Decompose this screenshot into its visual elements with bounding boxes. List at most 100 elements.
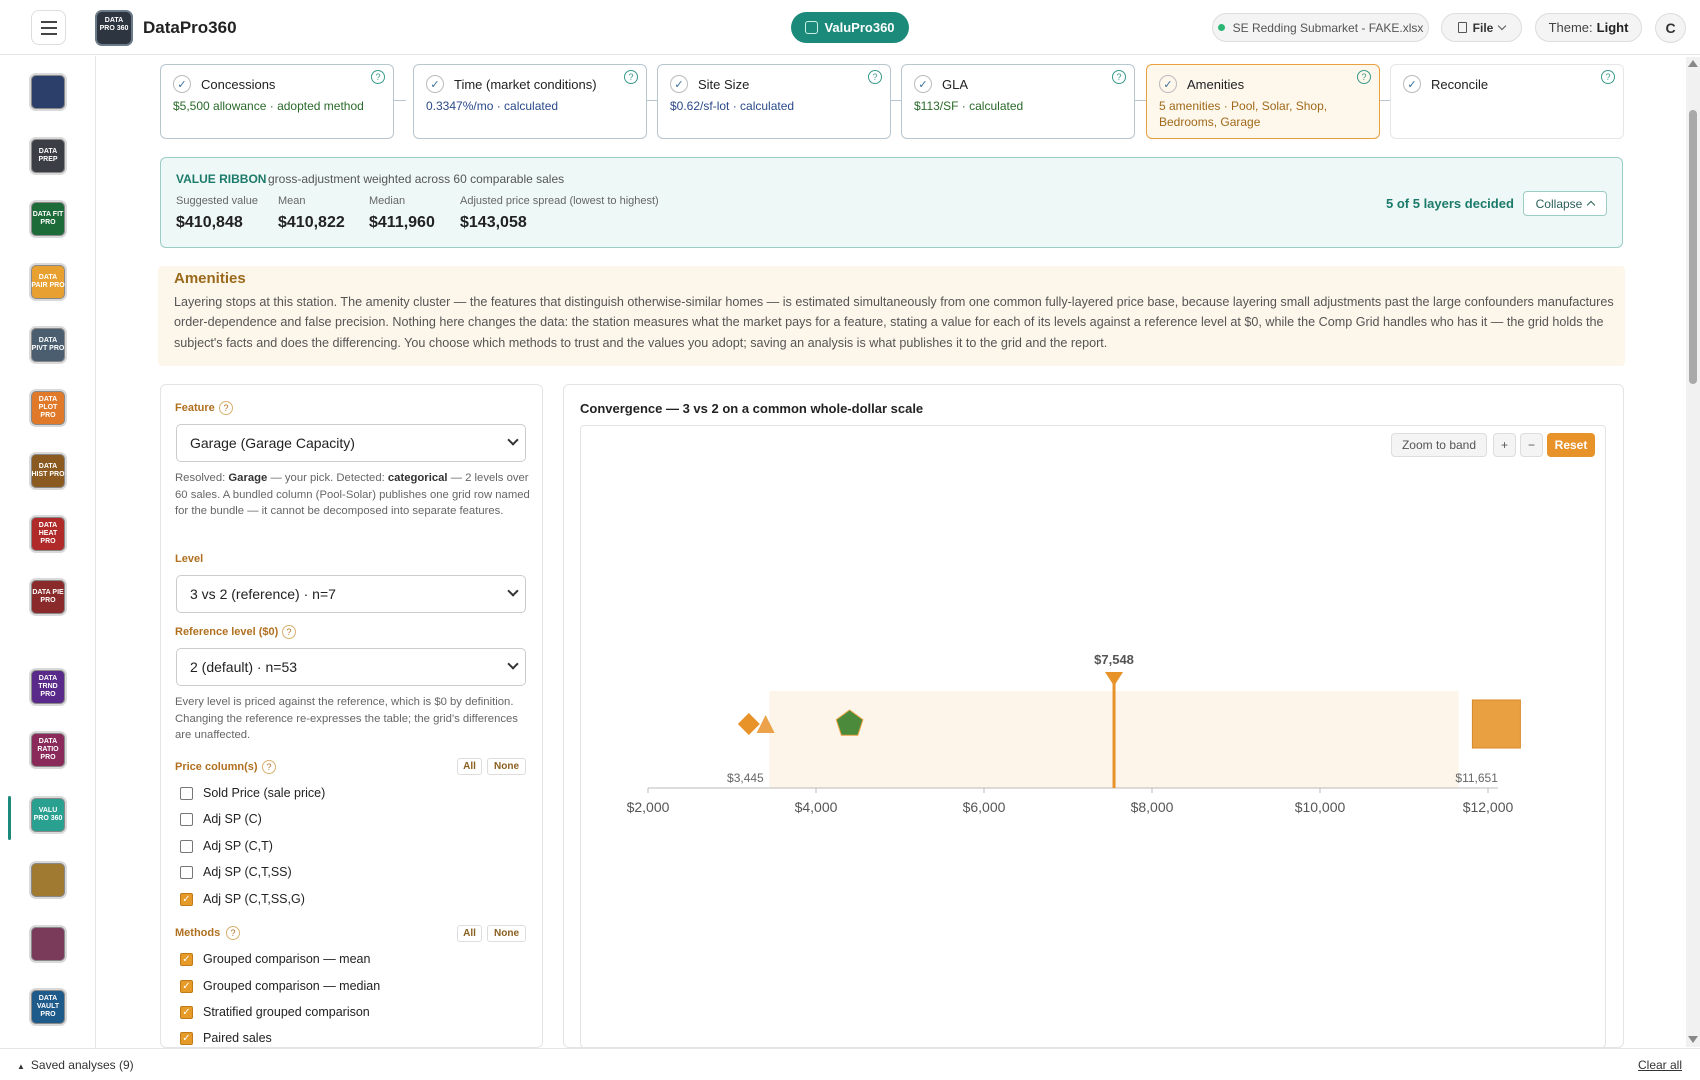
check-icon: ✓ <box>914 75 932 93</box>
checkbox[interactable]: ✓ <box>180 1005 193 1019</box>
x-tick-label: $6,000 <box>963 799 1006 815</box>
help-icon[interactable]: ? <box>219 401 233 415</box>
scroll-down-arrow[interactable] <box>1688 1036 1698 1043</box>
grid-report-icon[interactable] <box>29 861 67 899</box>
checkbox-row[interactable]: Adj SP (C,T) <box>180 839 273 853</box>
theme-label: Theme: <box>1548 20 1593 35</box>
checkbox-row[interactable]: ✓ Adj SP (C,T,SS,G) <box>180 892 305 906</box>
data-pie-pro-icon[interactable]: DATA PIE PRO <box>29 578 67 616</box>
checkbox-label: Adj SP (C) <box>203 812 262 826</box>
checkbox[interactable] <box>180 786 193 800</box>
checkbox-label: Adj SP (C,T) <box>203 839 273 853</box>
data-trnd-pro-icon[interactable]: DATA TRND PRO <box>29 668 67 706</box>
checkbox-label: Stratified grouped comparison <box>203 1005 370 1019</box>
price-none-button[interactable]: None <box>487 758 526 775</box>
checkbox-row[interactable]: Sold Price (sale price) <box>180 786 325 800</box>
help-icon[interactable]: ? <box>371 70 385 84</box>
checkbox-row[interactable]: ✓ Paired sales <box>180 1031 272 1045</box>
zoom-to-band-button[interactable]: Zoom to band <box>1391 433 1487 457</box>
user-avatar[interactable]: C <box>1655 13 1686 43</box>
step-title: GLA <box>942 77 969 92</box>
help-icon[interactable]: ? <box>226 926 240 940</box>
valu-pro-360-icon[interactable]: VALU PRO 360 <box>29 796 67 834</box>
help-icon[interactable]: ? <box>262 760 276 774</box>
scroll-up-arrow[interactable] <box>1688 60 1698 67</box>
resolved-text: Resolved: Garage — your pick. Detected: … <box>175 470 530 520</box>
help-icon[interactable]: ? <box>282 625 296 639</box>
saved-analyses-toggle[interactable]: ▲ Saved analyses (9) <box>17 1058 134 1072</box>
price-all-button[interactable]: All <box>457 758 482 775</box>
level-select[interactable]: 3 vs 2 (reference) · n=7 <box>176 575 526 613</box>
methods-all-button[interactable]: All <box>457 925 482 942</box>
theme-value: Light <box>1596 20 1629 35</box>
checkbox[interactable] <box>180 812 193 826</box>
help-icon[interactable]: ? <box>1601 70 1615 84</box>
checkbox-row[interactable]: ✓ Grouped comparison — mean <box>180 952 370 966</box>
check-icon: ✓ <box>1403 75 1421 93</box>
checkbox[interactable]: ✓ <box>180 1031 193 1045</box>
help-icon[interactable]: ? <box>1357 70 1371 84</box>
zoom-out-button[interactable]: − <box>1520 433 1543 457</box>
home-icon[interactable] <box>29 73 67 111</box>
data-pivt-pro-icon[interactable]: DATA PIVT PRO <box>29 326 67 364</box>
data-vault-pro-icon[interactable]: DATA VAULT PRO <box>29 988 67 1026</box>
checkbox-row[interactable]: ✓ Stratified grouped comparison <box>180 1005 370 1019</box>
scrollbar-thumb[interactable] <box>1689 110 1697 384</box>
step-card-gla[interactable]: ✓ GLA $113/SF · calculated? <box>901 64 1135 139</box>
feature-select[interactable]: Garage (Garage Capacity) <box>176 424 526 462</box>
bar-report-icon[interactable] <box>29 925 67 963</box>
checkbox[interactable]: ✓ <box>180 952 193 966</box>
level-select-value: 3 vs 2 (reference) · n=7 <box>190 586 336 602</box>
zoom-in-button[interactable]: + <box>1493 433 1516 457</box>
data-prep-icon[interactable]: DATA PREP <box>29 137 67 175</box>
data-heat-pro-icon[interactable]: DATA HEAT PRO <box>29 515 67 553</box>
module-pill-label: ValuPro360 <box>824 20 895 35</box>
module-pill[interactable]: ValuPro360 <box>791 12 909 43</box>
step-card-site-size[interactable]: ✓ Site Size $0.62/sf-lot · calculated? <box>657 64 891 139</box>
checkbox[interactable]: ✓ <box>180 979 193 993</box>
checkbox-label: Sold Price (sale price) <box>203 786 326 800</box>
methods-none-button[interactable]: None <box>487 925 526 942</box>
step-connector <box>394 100 406 101</box>
hamburger-menu-button[interactable] <box>31 10 66 45</box>
adopted-label: $7,548 <box>1094 652 1134 667</box>
help-icon[interactable]: ? <box>624 70 638 84</box>
checkbox-row[interactable]: Adj SP (C) <box>180 812 262 826</box>
clear-all-link[interactable]: Clear all <box>1638 1058 1682 1072</box>
data-fit-pro-icon[interactable]: DATA FIT PRO <box>29 200 67 238</box>
file-status-pill[interactable]: SE Redding Submarket - FAKE.xlsx <box>1212 13 1429 42</box>
point-square <box>1471 699 1521 749</box>
step-summary: 0.3347%/mo · calculated <box>426 99 559 113</box>
data-hist-pro-icon[interactable]: DATA HIST PRO <box>29 452 67 490</box>
x-tick-label: $12,000 <box>1463 799 1514 815</box>
data-plot-pro-icon[interactable]: DATA PLOT PRO <box>29 389 67 427</box>
bottom-bar <box>0 1048 1700 1080</box>
checkbox[interactable] <box>180 839 193 853</box>
step-summary: $0.62/sf-lot · calculated <box>670 99 795 113</box>
step-card-amenities[interactable]: ✓ Amenities 5 amenities · Pool, Solar, Sho… <box>1146 64 1380 139</box>
amenities-description: Layering stops at this station. The amen… <box>174 295 1614 350</box>
reset-button[interactable]: Reset <box>1547 433 1595 457</box>
step-summary: 5 amenities · Pool, Solar, Shop, Bedroom… <box>1159 99 1328 129</box>
checkbox-label: Paired sales <box>203 1031 272 1045</box>
checkbox[interactable] <box>180 865 193 879</box>
checkbox-row[interactable]: Adj SP (C,T,SS) <box>180 865 292 879</box>
data-pair-pro-icon[interactable]: DATA PAIR PRO <box>29 263 67 301</box>
checkbox-label: Adj SP (C,T,SS) <box>203 865 292 879</box>
step-card-time-market-conditions[interactable]: ✓ Time (market conditions) 0.3347%/mo · ca… <box>413 64 647 139</box>
file-menu-button[interactable]: File <box>1441 13 1522 42</box>
data-ratio-pro-icon[interactable]: DATA RATIO PRO <box>29 731 67 769</box>
level-label: Level <box>175 553 204 565</box>
help-icon[interactable]: ? <box>1112 70 1126 84</box>
app-title: DataPro360 <box>143 18 237 37</box>
step-title: Site Size <box>698 77 750 92</box>
collapse-button[interactable]: Collapse <box>1523 191 1607 216</box>
checkbox-row[interactable]: ✓ Grouped comparison — median <box>180 979 380 993</box>
theme-toggle-button[interactable]: Theme: Light <box>1535 13 1642 42</box>
suggested-value: $410,848 <box>176 214 243 231</box>
checkbox[interactable]: ✓ <box>180 892 193 906</box>
step-card-reconcile[interactable]: ✓ Reconcile? <box>1390 64 1624 139</box>
reference-level-select[interactable]: 2 (default) · n=53 <box>176 648 526 686</box>
step-card-concessions[interactable]: ✓ Concessions $5,500 allowance · adopted m… <box>160 64 394 139</box>
help-icon[interactable]: ? <box>868 70 882 84</box>
